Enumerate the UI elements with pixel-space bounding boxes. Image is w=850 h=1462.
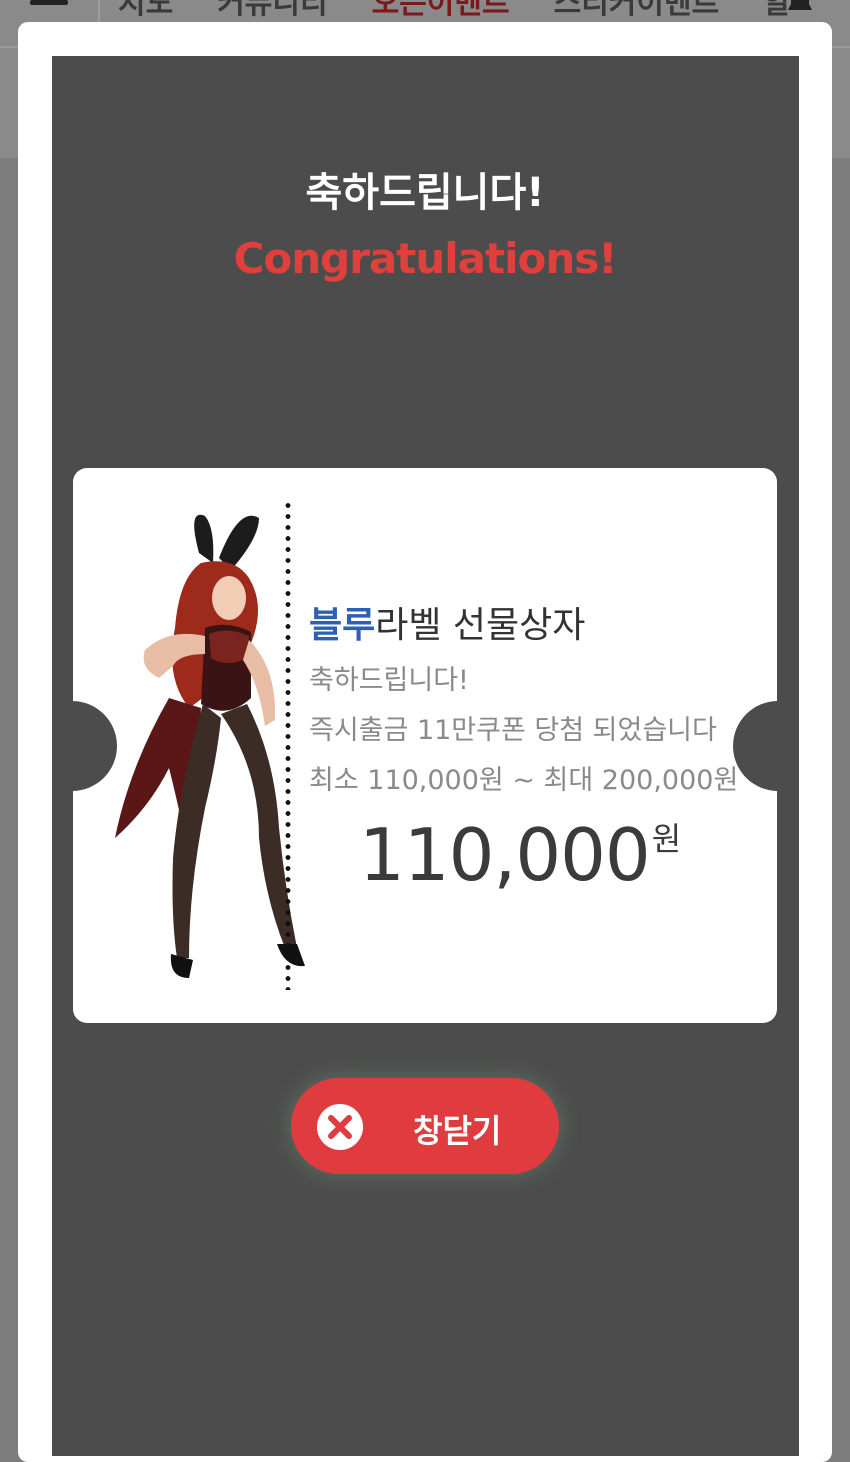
- nav-item[interactable]: 커뮤니티: [217, 0, 327, 22]
- ticket-notch-right: [733, 701, 777, 791]
- close-window-button[interactable]: 창닫기: [291, 1078, 559, 1174]
- congrats-title-korean: 축하드립니다!: [305, 170, 545, 216]
- congrats-title-english: Congratulations!: [233, 234, 618, 283]
- prize-amount: 110,000원: [359, 813, 681, 897]
- character-illustration: [115, 514, 305, 978]
- nav-item[interactable]: 스티커이벤트: [554, 0, 720, 22]
- prize-amount-value: 110,000: [359, 813, 651, 897]
- nav-item[interactable]: 지도: [118, 0, 173, 22]
- top-nav: 지도 커뮤니티 오픈이벤트 스티커이벤트 알: [118, 0, 791, 22]
- prize-amount-unit: 원: [651, 820, 682, 858]
- coupon-desc-line-2: 즉시출금 11만쿠폰 당첨 되었습니다: [309, 715, 717, 746]
- close-window-label: 창닫기: [413, 1112, 502, 1150]
- gift-box-title-rest: 라벨 선물상자: [375, 605, 586, 646]
- close-x-icon: [317, 1104, 363, 1150]
- coupon-card: 블루라벨 선물상자 축하드립니다! 즉시출금 11만쿠폰 당첨 되었습니다 최소…: [73, 468, 777, 1023]
- hamburger-menu-icon[interactable]: [30, 0, 68, 8]
- coupon-desc-line-1: 축하드립니다!: [309, 665, 469, 696]
- gift-box-title: 블루라벨 선물상자: [309, 596, 585, 648]
- perforation-line: [285, 500, 291, 990]
- bell-icon[interactable]: [782, 0, 818, 14]
- nav-item-active[interactable]: 오픈이벤트: [372, 0, 510, 22]
- coupon-desc-line-3: 최소 110,000원 ~ 최대 200,000원: [309, 765, 739, 796]
- gift-box-title-accent: 블루: [309, 605, 376, 646]
- nav-divider: [98, 0, 100, 22]
